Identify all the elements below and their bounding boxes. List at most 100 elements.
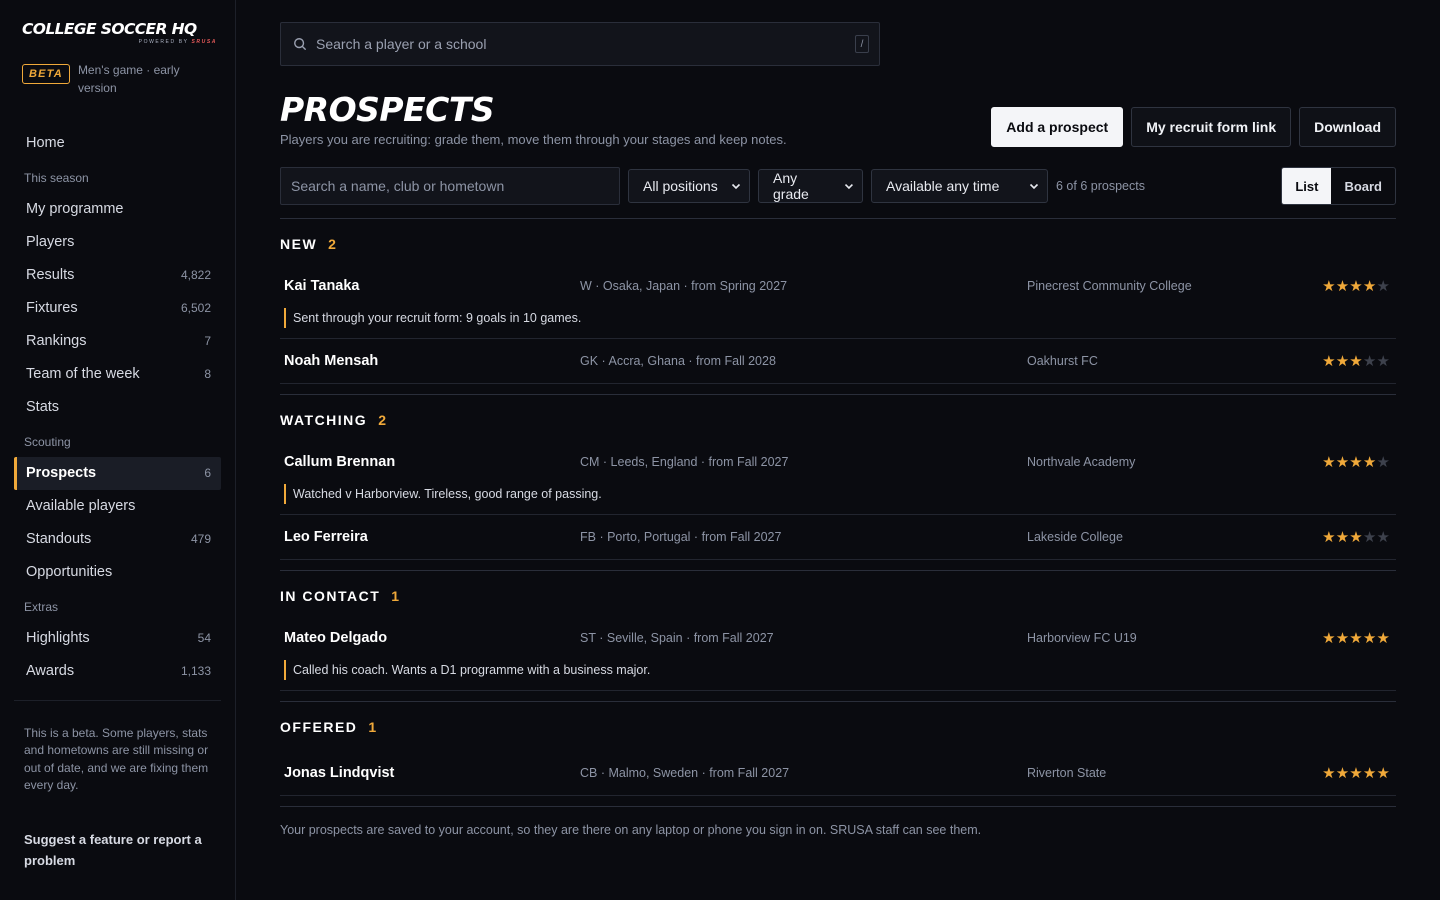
group-count: 1 (368, 719, 377, 735)
prospect-row-main: Callum Brennan CM · Leeds, England · from… (280, 444, 1396, 480)
prospect-rating[interactable]: ★ ★ ★ ★ ★ (1322, 352, 1390, 370)
prospect-rating[interactable]: ★ ★ ★ ★ ★ (1322, 629, 1390, 647)
prospect-group: WATCHING 2 Callum Brennan CM · Leeds, Engla… (280, 395, 1396, 571)
add-prospect-button[interactable]: Add a prospect (991, 107, 1124, 147)
nav-section-title: Scouting (24, 434, 71, 449)
header-actions: Add a prospect My recruit form link Down… (991, 107, 1396, 147)
group-count: 1 (391, 588, 400, 604)
group-header: OFFERED 1 (280, 702, 1396, 751)
group-title: NEW (280, 236, 318, 252)
chevron-down-icon (845, 183, 854, 190)
star-icon: ★ (1349, 278, 1363, 295)
nav-section-title: Extras (24, 599, 59, 614)
view-list-button[interactable]: List (1282, 168, 1332, 204)
sidebar-item-team-of-the-week[interactable]: Team of the week 8 (14, 358, 221, 391)
sidebar-item-label: Opportunities (26, 564, 113, 580)
chevron-down-icon (1029, 183, 1039, 190)
prospect-name[interactable]: Mateo Delgado (284, 630, 580, 646)
sidebar-item-standouts[interactable]: Standouts 479 (14, 523, 221, 556)
sidebar-item-label: Rankings (26, 333, 87, 349)
sidebar-item-opportunities[interactable]: Opportunities (14, 556, 221, 589)
chevron-down-icon (731, 183, 741, 190)
sidebar-nav: Home This season My programme Players Resul… (14, 127, 221, 688)
prospect-search-input[interactable] (280, 167, 620, 205)
sidebar-item-my-programme[interactable]: My programme (14, 193, 221, 226)
prospect-name[interactable]: Leo Ferreira (284, 529, 580, 545)
sidebar-item-results[interactable]: Results 4,822 (14, 259, 221, 292)
sidebar-item-prospects[interactable]: Prospects 6 (14, 456, 221, 490)
prospect-row[interactable]: Noah Mensah GK · Accra, Ghana · from Fall… (280, 339, 1396, 384)
sidebar-item-home[interactable]: Home (14, 127, 221, 160)
sidebar-item-fixtures[interactable]: Fixtures 6,502 (14, 292, 221, 325)
sidebar-item-highlights[interactable]: Highlights 54 (14, 622, 221, 655)
view-board-button[interactable]: Board (1331, 168, 1395, 204)
star-icon: ★ (1349, 353, 1363, 370)
prospect-rating[interactable]: ★ ★ ★ ★ ★ (1322, 528, 1390, 546)
sidebar-item-label: Awards (26, 663, 75, 679)
prospect-rating[interactable]: ★ ★ ★ ★ ★ (1322, 453, 1390, 471)
star-icon: ★ (1349, 630, 1363, 647)
availability-select[interactable]: Available any time (871, 169, 1048, 203)
recruit-form-link-button[interactable]: My recruit form link (1131, 107, 1292, 147)
prospect-rating[interactable]: ★ ★ ★ ★ ★ (1322, 277, 1390, 295)
prospect-name[interactable]: Noah Mensah (284, 353, 580, 369)
sidebar-item-label: Standouts (26, 531, 92, 547)
prospect-name[interactable]: Kai Tanaka (284, 278, 580, 294)
prospect-rating[interactable]: ★ ★ ★ ★ ★ (1322, 764, 1390, 782)
prospect-group: OFFERED 1 Jonas Lindqvist CB · Malmo, Swede… (280, 702, 1396, 807)
group-title: IN CONTACT (280, 588, 381, 604)
search-icon (294, 38, 306, 50)
prospect-group: IN CONTACT 1 Mateo Delgado ST · Seville, Sp… (280, 571, 1396, 702)
prospect-club: Pinecrest Community College (1027, 279, 1192, 293)
star-icon: ★ (1335, 454, 1350, 471)
star-icon: ★ (1362, 454, 1377, 471)
prospect-row-main: Kai Tanaka W · Osaka, Japan · from Spring… (280, 268, 1396, 304)
prospect-row[interactable]: Jonas Lindqvist CB · Malmo, Sweden · from… (280, 751, 1396, 796)
global-search[interactable]: / (280, 22, 880, 66)
star-icon: ★ (1322, 630, 1336, 647)
prospect-meta: GK · Accra, Ghana · from Fall 2028 (580, 354, 776, 368)
sidebar-item-label: My programme (26, 201, 124, 217)
sidebar-item-available-players[interactable]: Available players (14, 490, 221, 523)
beta-badge: BETA (22, 63, 70, 84)
star-icon: ★ (1335, 353, 1350, 370)
feedback-link[interactable]: Suggest a feature or report a problem (14, 795, 221, 871)
group-count: 2 (378, 412, 386, 428)
sidebar-item-label: Prospects (26, 465, 97, 481)
group-count: 2 (328, 236, 336, 252)
grade-select-value: Any grade (773, 170, 809, 202)
prospect-group: NEW 2 Kai Tanaka W · Osaka, Japan · from Sp… (280, 219, 1396, 395)
star-icon: ★ (1335, 529, 1350, 546)
star-icon: ★ (1349, 765, 1363, 782)
prospect-row[interactable]: Callum Brennan CM · Leeds, England · from… (280, 444, 1396, 515)
sidebar-item-players[interactable]: Players (14, 226, 221, 259)
grade-select[interactable]: Any grade (758, 169, 863, 203)
star-icon: ★ (1335, 630, 1350, 647)
prospect-name[interactable]: Jonas Lindqvist (284, 765, 580, 781)
prospect-row[interactable]: Mateo Delgado ST · Seville, Spain · from … (280, 620, 1396, 691)
star-icon: ★ (1362, 630, 1377, 647)
logo[interactable]: COLLEGE SOCCER HQ POWERED BY SRUSA (14, 21, 221, 44)
star-icon: ★ (1362, 765, 1377, 782)
position-select-value: All positions (643, 178, 718, 194)
position-select[interactable]: All positions (628, 169, 750, 203)
sidebar-item-awards[interactable]: Awards 1,133 (14, 655, 221, 688)
prospect-club: Oakhurst FC (1027, 354, 1098, 368)
footer-note: Your prospects are saved to your account… (280, 823, 982, 837)
sidebar-item-rankings[interactable]: Rankings 7 (14, 325, 221, 358)
prospect-meta: FB · Porto, Portugal · from Fall 2027 (580, 530, 782, 544)
sidebar-item-count: 6 (204, 466, 211, 480)
prospect-name[interactable]: Callum Brennan (284, 454, 580, 470)
global-search-input[interactable] (316, 36, 855, 52)
search-shortcut-key: / (855, 35, 869, 53)
prospect-row[interactable]: Leo Ferreira FB · Porto, Portugal · from … (280, 515, 1396, 560)
prospect-row[interactable]: Kai Tanaka W · Osaka, Japan · from Spring… (280, 268, 1396, 339)
prospect-note: Called his coach. Wants a D1 programme w… (284, 660, 1396, 680)
sidebar-item-stats[interactable]: Stats (14, 391, 221, 424)
prospect-meta: CB · Malmo, Sweden · from Fall 2027 (580, 766, 790, 780)
prospect-meta: W · Osaka, Japan · from Spring 2027 (580, 279, 788, 293)
download-button[interactable]: Download (1299, 107, 1396, 147)
star-icon: ★ (1349, 454, 1363, 471)
page-subtitle: Players you are recruiting: grade them, … (280, 132, 787, 147)
group-header: IN CONTACT 1 (280, 571, 1396, 620)
